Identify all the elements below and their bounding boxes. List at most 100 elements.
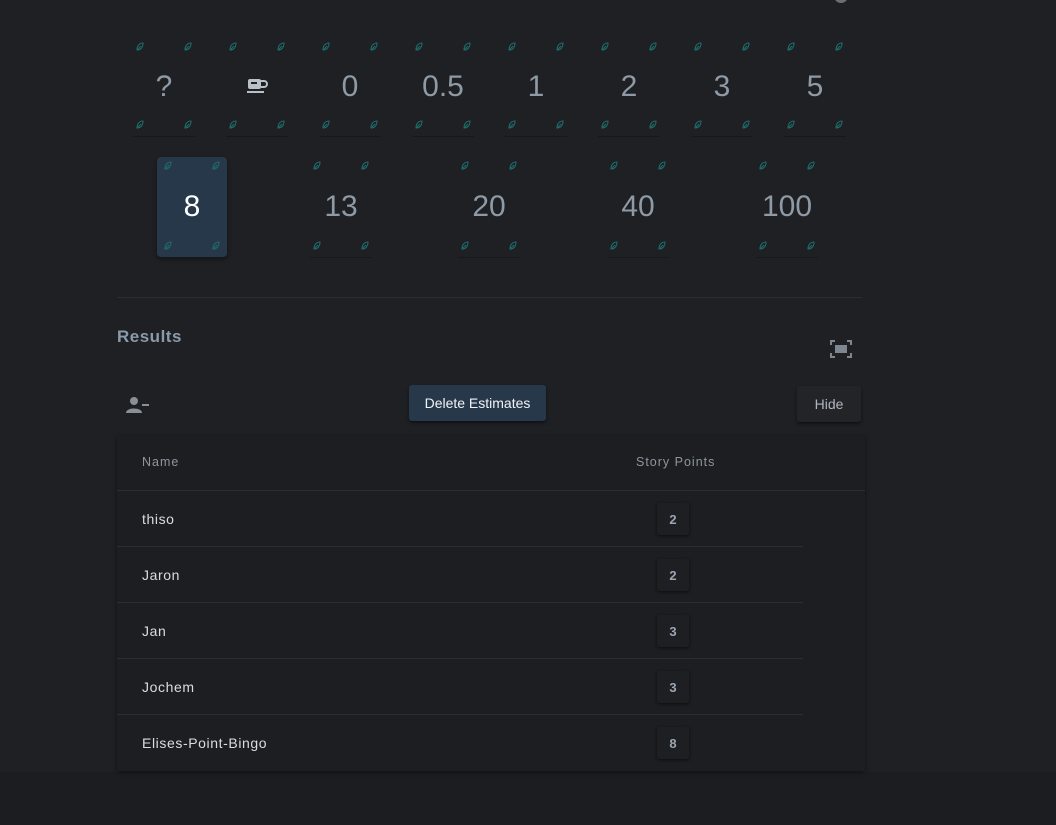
leaf-icon	[609, 161, 619, 171]
leaf-icon	[276, 42, 286, 52]
story-point-badge: 8	[657, 727, 689, 759]
hide-button[interactable]: Hide	[797, 386, 861, 422]
leaf-icon	[834, 42, 844, 52]
leaf-icon	[741, 120, 751, 130]
leaf-icon	[460, 241, 470, 251]
table-row: Jochem 3	[117, 659, 803, 715]
leaf-icon	[600, 120, 610, 130]
leaf-icon	[741, 42, 751, 52]
estimate-card-coffee[interactable]	[222, 38, 292, 137]
card-shadow	[784, 136, 846, 137]
estimate-card-8[interactable]: 8	[157, 157, 227, 257]
estimate-card-1[interactable]: 1	[501, 38, 571, 137]
results-title: Results	[117, 327, 182, 346]
leaf-icon	[312, 241, 322, 251]
card-shadow	[691, 136, 753, 137]
estimate-card-20[interactable]: 20	[454, 157, 524, 258]
table-row: Jaron 2	[117, 547, 803, 603]
leaf-icon	[758, 241, 768, 251]
leaf-icon	[228, 42, 238, 52]
leaf-icon	[321, 120, 331, 130]
estimate-card-0-5[interactable]: 0.5	[408, 38, 478, 137]
column-header-name[interactable]: Name	[142, 455, 179, 469]
coffee-cup-icon	[247, 79, 268, 93]
table-row: Jan 3	[117, 603, 803, 659]
leaf-icon	[648, 120, 658, 130]
remove-user-icon[interactable]	[126, 396, 150, 414]
leaf-icon	[360, 241, 370, 251]
leaf-icon	[183, 120, 193, 130]
leaf-icon	[414, 42, 424, 52]
results-table: Name Story Points thiso 2 Jaron 2 Jan 3 …	[117, 436, 865, 771]
participant-name: Jan	[142, 623, 167, 639]
leaf-icon	[460, 161, 470, 171]
participant-name: thiso	[142, 511, 175, 527]
card-value: 8	[183, 190, 201, 223]
leaf-icon	[609, 241, 619, 251]
column-header-story-points[interactable]: Story Points	[636, 455, 715, 469]
leaf-icon	[135, 42, 145, 52]
leaf-icon	[508, 241, 518, 251]
leaf-icon	[228, 120, 238, 130]
leaf-icon	[135, 120, 145, 130]
leaf-icon	[555, 120, 565, 130]
card-value: 20	[472, 190, 506, 223]
estimate-card-unknown[interactable]: ?	[129, 38, 199, 137]
card-value	[246, 70, 268, 104]
leaf-icon	[507, 42, 517, 52]
card-shadow	[598, 136, 660, 137]
leaf-icon	[693, 120, 703, 130]
story-point-badge: 2	[657, 559, 689, 591]
card-value: 0.5	[422, 70, 464, 103]
leaf-icon	[806, 241, 816, 251]
card-value: 2	[620, 70, 638, 103]
leaf-icon	[360, 161, 370, 171]
card-shadow	[133, 136, 195, 137]
card-value: 3	[713, 70, 731, 103]
section-divider	[117, 297, 862, 298]
estimate-card-5[interactable]: 5	[780, 38, 850, 137]
story-point-badge: 3	[657, 615, 689, 647]
story-point-badge: 3	[657, 671, 689, 703]
leaf-icon	[163, 241, 173, 251]
page-footer-area	[0, 772, 1056, 825]
leaf-icon	[211, 161, 221, 171]
story-point-badge: 2	[657, 503, 689, 535]
leaf-icon	[462, 42, 472, 52]
leaf-icon	[211, 241, 221, 251]
table-header: Name Story Points	[117, 436, 865, 491]
leaf-icon	[693, 42, 703, 52]
leaf-icon	[163, 161, 173, 171]
leaf-icon	[758, 161, 768, 171]
card-shadow	[505, 136, 567, 137]
leaf-icon	[657, 161, 667, 171]
leaf-icon	[600, 42, 610, 52]
estimate-card-13[interactable]: 13	[306, 157, 376, 258]
card-shadow	[607, 257, 669, 258]
estimate-card-3[interactable]: 3	[687, 38, 757, 137]
delete-estimates-button[interactable]: Delete Estimates	[409, 385, 546, 421]
estimate-card-2[interactable]: 2	[594, 38, 664, 137]
card-value: 5	[806, 70, 824, 103]
estimate-card-40[interactable]: 40	[603, 157, 673, 258]
card-shadow	[412, 136, 474, 137]
leaf-icon	[657, 241, 667, 251]
table-row: Elises-Point-Bingo 8	[117, 715, 803, 770]
leaf-icon	[806, 161, 816, 171]
leaf-icon	[555, 42, 565, 52]
leaf-icon	[786, 42, 796, 52]
gear-icon[interactable]	[830, 0, 852, 8]
leaf-icon	[648, 42, 658, 52]
leaf-icon	[462, 120, 472, 130]
table-row: thiso 2	[117, 491, 803, 547]
card-shadow	[756, 257, 818, 258]
leaf-icon	[183, 42, 193, 52]
card-value: 100	[761, 190, 813, 223]
leaf-icon	[369, 42, 379, 52]
estimate-card-0[interactable]: 0	[315, 38, 385, 137]
leaf-icon	[508, 161, 518, 171]
card-shadow	[226, 136, 288, 137]
leaf-icon	[834, 120, 844, 130]
fullscreen-icon[interactable]	[830, 340, 852, 358]
estimate-card-100[interactable]: 100	[752, 157, 822, 258]
